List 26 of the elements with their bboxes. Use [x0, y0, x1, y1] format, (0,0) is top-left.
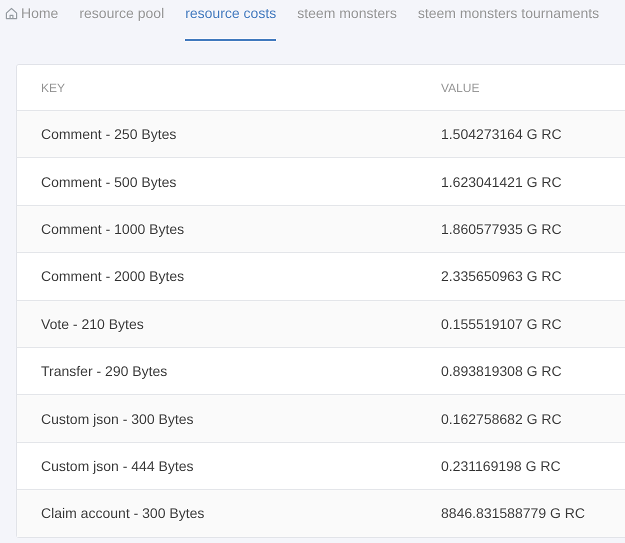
table-cell: 1.623041421 G RC — [441, 174, 562, 190]
nav-tab[interactable]: steem monsters tournaments — [418, 0, 600, 41]
table-cell: 0.231169198 G RC — [441, 458, 561, 474]
table-cell-text: Comment - 500 Bytes — [40, 174, 178, 190]
table-cell-text: Custom json - 444 Bytes — [40, 458, 195, 474]
table-cell-text: Comment - 2000 Bytes — [40, 268, 186, 284]
table-cell-text: Custom json - 300 Bytes — [40, 410, 195, 427]
table-cell-text: Vote - 210 Bytes — [40, 316, 145, 332]
table-cell-text: Comment - 1000 Bytes — [40, 220, 186, 237]
table-cell-text: Claim account - 300 Bytes — [40, 505, 206, 522]
table-cell: 0.893819308 G RC — [441, 363, 562, 380]
column-header: VALUE — [441, 80, 480, 94]
table-cell: 0.155519107 G RC — [441, 316, 562, 332]
table-cell-text: Transfer - 290 Bytes — [40, 363, 168, 380]
nav-tab[interactable]: resource costs — [185, 0, 276, 41]
table-cell-text: Comment - 250 Bytes — [40, 126, 178, 142]
table-cell: 1.504273164 G RC — [441, 126, 562, 142]
nav-tab[interactable]: Home — [5, 0, 58, 41]
table-cell: 0.162758682 G RC — [441, 410, 562, 427]
table-cell: 2.335650963 G RC — [441, 268, 562, 284]
table-cell: 8846.831588779 G RC — [441, 505, 585, 522]
column-header: KEY — [40, 80, 66, 94]
nav-tab[interactable]: steem monsters — [297, 0, 397, 41]
home-icon — [5, 7, 18, 20]
nav-tab[interactable]: resource pool — [79, 0, 164, 41]
table-cell: 1.860577935 G RC — [441, 220, 562, 237]
